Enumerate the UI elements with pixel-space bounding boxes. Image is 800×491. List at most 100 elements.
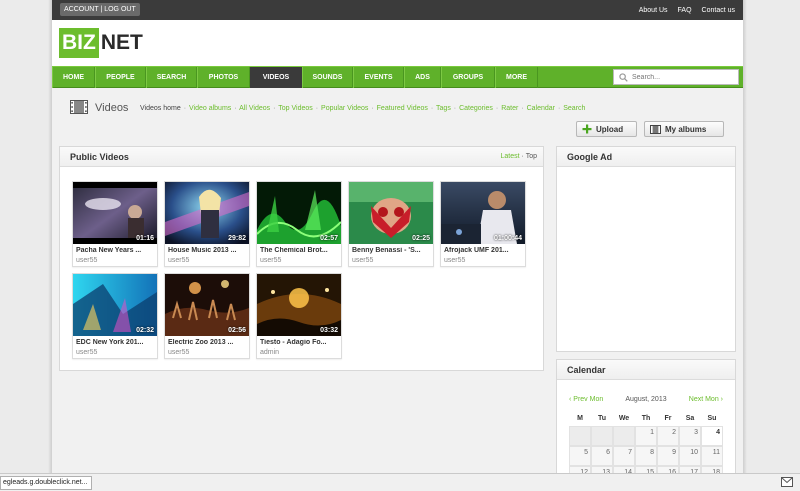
video-title[interactable]: The Chemical Brot... bbox=[260, 247, 340, 254]
sublink-tags[interactable]: Tags bbox=[436, 105, 451, 112]
nav-sounds[interactable]: SOUNDS bbox=[302, 67, 353, 88]
search-input[interactable] bbox=[632, 73, 732, 81]
nav-items: HOME PEOPLE SEARCH PHOTOS VIDEOS SOUNDS … bbox=[52, 67, 538, 88]
my-albums-button[interactable]: My albums bbox=[644, 121, 724, 137]
sublink-search[interactable]: Search bbox=[563, 105, 585, 112]
video-user[interactable]: user55 bbox=[168, 349, 189, 356]
faq-link[interactable]: FAQ bbox=[678, 7, 692, 14]
video-card[interactable]: 02:25 Benny Benassi - 'S... user55 bbox=[348, 181, 434, 267]
nav-home[interactable]: HOME bbox=[52, 67, 95, 88]
calendar-day[interactable]: 7 bbox=[613, 446, 635, 466]
video-user[interactable]: admin bbox=[260, 349, 279, 356]
calendar-day[interactable]: 3 bbox=[679, 426, 701, 446]
video-thumbnail[interactable]: 01:16 bbox=[73, 182, 157, 244]
nav-events[interactable]: EVENTS bbox=[353, 67, 404, 88]
nav-groups[interactable]: GROUPS bbox=[441, 67, 495, 88]
video-title[interactable]: Electric Zoo 2013 ... bbox=[168, 339, 248, 346]
video-thumbnail[interactable]: 02:56 bbox=[165, 274, 249, 336]
logout-link[interactable]: LOG OUT bbox=[104, 6, 136, 13]
upload-button[interactable]: Upload bbox=[576, 121, 637, 137]
calendar-next-button[interactable]: Next Mon › bbox=[689, 396, 723, 403]
logo-biz: BIZ bbox=[59, 28, 99, 58]
sublink-top-videos[interactable]: Top Videos bbox=[278, 105, 313, 112]
video-thumbnail[interactable]: 02:32 bbox=[73, 274, 157, 336]
video-user[interactable]: user55 bbox=[444, 257, 465, 264]
video-card[interactable]: 03:32 Tiesto - Adagio Fo... admin bbox=[256, 273, 342, 359]
mail-icon[interactable] bbox=[781, 477, 793, 487]
video-thumbnail[interactable]: 01:00:44 bbox=[441, 182, 525, 244]
sublink-calendar[interactable]: Calendar bbox=[527, 105, 555, 112]
weekday: Su bbox=[707, 415, 717, 422]
upload-label: Upload bbox=[596, 124, 624, 134]
nav-search[interactable]: SEARCH bbox=[146, 67, 197, 88]
video-user[interactable]: user55 bbox=[352, 257, 373, 264]
about-us-link[interactable]: About Us bbox=[639, 7, 668, 14]
video-user[interactable]: user55 bbox=[168, 257, 189, 264]
weekday: Tu bbox=[597, 415, 607, 422]
calendar-day[interactable]: 9 bbox=[657, 446, 679, 466]
calendar-day[interactable]: 6 bbox=[591, 446, 613, 466]
video-user[interactable]: user55 bbox=[76, 257, 97, 264]
calendar-day[interactable]: 2 bbox=[657, 426, 679, 446]
page-shadow-right bbox=[743, 0, 747, 491]
top-bar: ACCOUNT | LOG OUT About Us FAQ Contact u… bbox=[52, 0, 743, 20]
calendar-title: Calendar bbox=[567, 365, 606, 375]
sublink-all-videos[interactable]: All Videos bbox=[239, 105, 270, 112]
sublink-categories[interactable]: Categories bbox=[459, 105, 493, 112]
calendar-day[interactable]: 10 bbox=[679, 446, 701, 466]
calendar-panel: Calendar August, 2013 ‹ Prev Mon Next Mo… bbox=[556, 359, 736, 491]
calendar-day[interactable]: 1 bbox=[635, 426, 657, 446]
calendar-day-today[interactable]: 4 bbox=[701, 426, 723, 446]
video-title[interactable]: EDC New York 201... bbox=[76, 339, 156, 346]
calendar-day[interactable]: 5 bbox=[569, 446, 591, 466]
video-title[interactable]: Pacha New Years ... bbox=[76, 247, 156, 254]
account-link[interactable]: ACCOUNT bbox=[64, 6, 98, 13]
sublink-popular-videos[interactable]: Popular Videos bbox=[321, 105, 368, 112]
nav-videos[interactable]: VIDEOS bbox=[250, 67, 302, 88]
video-title[interactable]: House Music 2013 ... bbox=[168, 247, 248, 254]
sublink-videos-home[interactable]: Videos home bbox=[140, 105, 181, 112]
tab-top[interactable]: Top bbox=[526, 153, 537, 160]
sublink-rater[interactable]: Rater bbox=[501, 105, 518, 112]
video-user[interactable]: user55 bbox=[260, 257, 281, 264]
video-duration: 02:57 bbox=[320, 235, 338, 242]
site-logo[interactable]: BIZ NET bbox=[59, 28, 143, 58]
video-thumbnail[interactable]: 29:82 bbox=[165, 182, 249, 244]
nav-more[interactable]: MORE bbox=[495, 67, 538, 88]
google-ad-header: Google Ad bbox=[557, 147, 735, 167]
video-thumbnail[interactable]: 03:32 bbox=[257, 274, 341, 336]
video-thumbnail[interactable]: 02:57 bbox=[257, 182, 341, 244]
video-title[interactable]: Tiesto - Adagio Fo... bbox=[260, 339, 340, 346]
google-ad-panel: Google Ad bbox=[556, 146, 736, 352]
video-title[interactable]: Benny Benassi - 'S... bbox=[352, 247, 432, 254]
video-card[interactable]: 02:57 The Chemical Brot... user55 bbox=[256, 181, 342, 267]
nav-photos[interactable]: PHOTOS bbox=[197, 67, 250, 88]
main-nav: HOME PEOPLE SEARCH PHOTOS VIDEOS SOUNDS … bbox=[52, 66, 743, 88]
browser-status-bar: egleads.g.doubleclick.net... bbox=[0, 473, 800, 491]
video-card[interactable]: 01:00:44 Afrojack UMF 201... user55 bbox=[440, 181, 526, 267]
video-thumbnail[interactable]: 02:25 bbox=[349, 182, 433, 244]
calendar-day[interactable]: 11 bbox=[701, 446, 723, 466]
nav-ads[interactable]: ADS bbox=[404, 67, 441, 88]
calendar-day bbox=[569, 426, 591, 446]
video-card[interactable]: 01:16 Pacha New Years ... user55 bbox=[72, 181, 158, 267]
video-card[interactable]: 02:56 Electric Zoo 2013 ... user55 bbox=[164, 273, 250, 359]
video-duration: 29:82 bbox=[228, 235, 246, 242]
section-header: Videos Videos home · Video albums · All … bbox=[52, 88, 743, 143]
nav-people[interactable]: PEOPLE bbox=[95, 67, 146, 88]
tab-latest[interactable]: Latest bbox=[501, 153, 520, 160]
video-duration: 01:16 bbox=[136, 235, 154, 242]
nav-search-box[interactable] bbox=[613, 69, 739, 85]
header: BIZ NET bbox=[52, 20, 743, 66]
calendar-nav: August, 2013 ‹ Prev Mon Next Mon › bbox=[557, 396, 735, 408]
calendar-day[interactable]: 8 bbox=[635, 446, 657, 466]
sublink-video-albums[interactable]: Video albums bbox=[189, 105, 231, 112]
video-card[interactable]: 29:82 House Music 2013 ... user55 bbox=[164, 181, 250, 267]
video-title[interactable]: Afrojack UMF 201... bbox=[444, 247, 524, 254]
calendar-header: Calendar bbox=[557, 360, 735, 380]
video-card[interactable]: 02:32 EDC New York 201... user55 bbox=[72, 273, 158, 359]
contact-us-link[interactable]: Contact us bbox=[702, 7, 735, 14]
sublink-featured-videos[interactable]: Featured Videos bbox=[377, 105, 428, 112]
video-user[interactable]: user55 bbox=[76, 349, 97, 356]
calendar-prev-button[interactable]: ‹ Prev Mon bbox=[569, 396, 603, 403]
